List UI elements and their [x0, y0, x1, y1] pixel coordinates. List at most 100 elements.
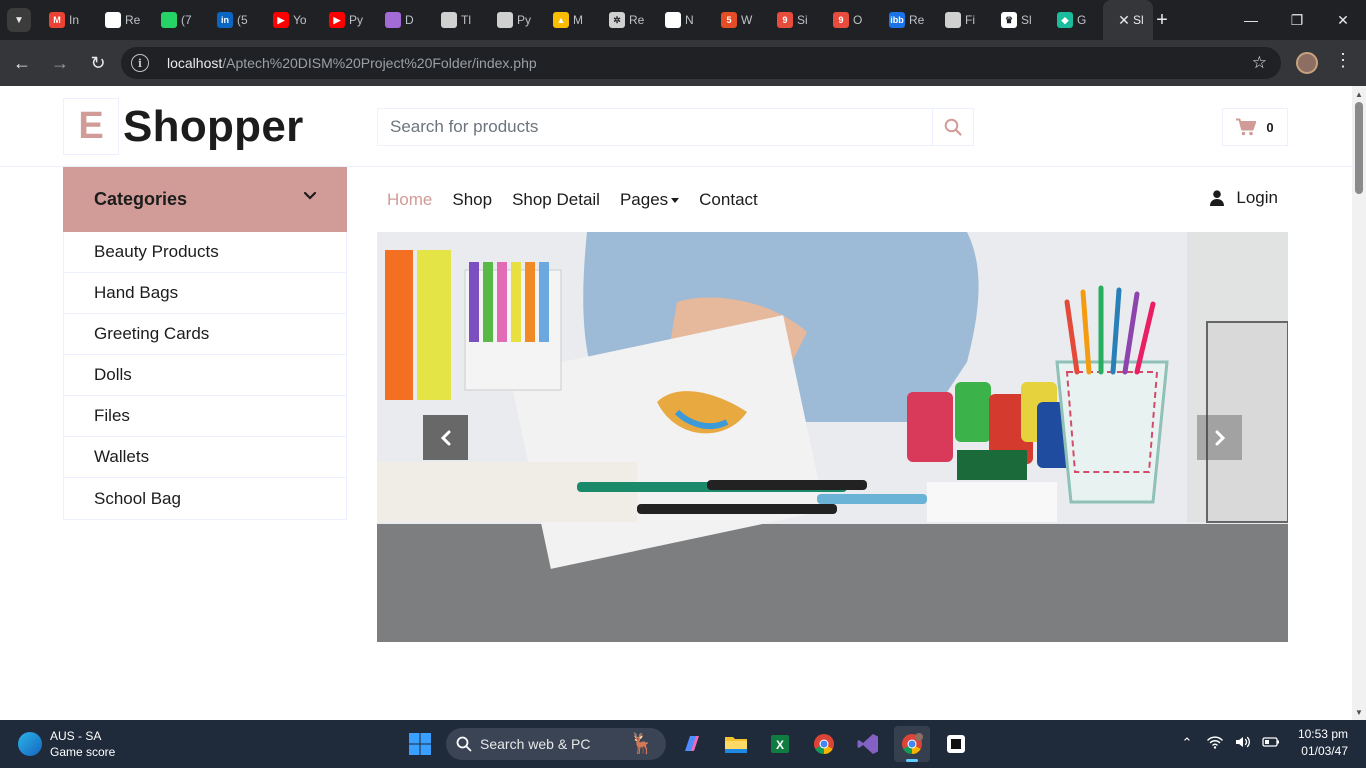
minimize-button[interactable]: —: [1228, 0, 1274, 40]
system-clock[interactable]: 10:53 pm 01/03/47: [1298, 726, 1348, 760]
nav-link-label: Contact: [699, 189, 758, 209]
browser-tab[interactable]: Py: [487, 0, 543, 40]
new-tab-button[interactable]: +: [1150, 8, 1174, 32]
nav-link-pages[interactable]: Pages: [610, 190, 689, 210]
category-item[interactable]: Hand Bags: [64, 273, 346, 314]
tab-label: Sl: [1133, 13, 1144, 27]
search-input[interactable]: [378, 109, 932, 145]
browser-tab[interactable]: 9 Si: [767, 0, 823, 40]
browser-tab[interactable]: in (5: [207, 0, 263, 40]
taskbar-search[interactable]: Search web & PC 🦌: [446, 728, 666, 760]
bookmark-star-icon[interactable]: ☆: [1252, 53, 1267, 73]
copilot-icon[interactable]: [674, 726, 710, 762]
app-box-icon[interactable]: [938, 726, 974, 762]
whatsapp-icon: [161, 12, 177, 28]
tab-label: D: [405, 13, 414, 27]
site-info-icon[interactable]: i: [131, 54, 149, 72]
address-bar[interactable]: i localhost/Aptech%20DISM%20Project%20Fo…: [121, 47, 1281, 79]
visual-studio-icon[interactable]: [850, 726, 886, 762]
browser-tab[interactable]: ibb Re: [879, 0, 935, 40]
browser-tab[interactable]: ✲ Re: [599, 0, 655, 40]
nav-link-home[interactable]: Home: [377, 190, 442, 210]
category-item[interactable]: Wallets: [64, 437, 346, 478]
tab-label: Py: [349, 13, 364, 27]
taskbar-apps: Search web & PC 🦌 X: [402, 726, 974, 762]
scroll-up-icon[interactable]: ▲: [1355, 90, 1363, 99]
nav-link-label: Shop: [452, 189, 493, 209]
close-window-button[interactable]: ✕: [1320, 0, 1366, 40]
file-explorer-icon[interactable]: [718, 726, 754, 762]
browser-tab[interactable]: 5W: [711, 0, 767, 40]
logo-letter: E: [63, 98, 119, 155]
browser-tab[interactable]: ▶ Yo: [263, 0, 319, 40]
forward-button[interactable]: →: [44, 47, 76, 79]
browser-tab[interactable]: Re: [95, 0, 151, 40]
tab-label: Tl: [461, 13, 471, 27]
category-item[interactable]: Files: [64, 396, 346, 437]
weather-title: AUS - SA: [50, 729, 102, 743]
chevron-up-icon[interactable]: ⌃: [1178, 735, 1196, 751]
nav-link-shop-detail[interactable]: Shop Detail: [502, 190, 610, 210]
tab-label: Fi: [965, 13, 975, 27]
browser-tab[interactable]: D: [375, 0, 431, 40]
restore-button[interactable]: ❐: [1274, 0, 1320, 40]
chatgpt-icon: [945, 12, 961, 28]
search-button[interactable]: [932, 109, 973, 145]
system-tray: ⌃ 10:53 pm 01/03/47: [1178, 726, 1349, 760]
category-item[interactable]: Dolls: [64, 355, 346, 396]
browser-tab[interactable]: ◆ G: [1047, 0, 1103, 40]
close-tab-icon[interactable]: ✕: [1114, 10, 1134, 30]
excel-icon[interactable]: X: [762, 726, 798, 762]
browser-tab[interactable]: Tl: [431, 0, 487, 40]
volume-icon[interactable]: [1234, 735, 1252, 752]
tab-label: N: [685, 13, 694, 27]
back-button[interactable]: ←: [6, 47, 38, 79]
browser-tab[interactable]: ♛ Sl: [991, 0, 1047, 40]
category-item[interactable]: Greeting Cards: [64, 314, 346, 355]
login-link[interactable]: Login: [1210, 188, 1278, 208]
browser-tab[interactable]: ▲ M: [543, 0, 599, 40]
tab-label: Re: [909, 13, 925, 27]
battery-icon[interactable]: [1262, 736, 1280, 751]
carousel-prev-button[interactable]: [423, 415, 468, 460]
wifi-icon[interactable]: [1206, 735, 1224, 752]
weather-subtitle: Game score: [50, 745, 116, 759]
chrome-icon[interactable]: [806, 726, 842, 762]
shopping-cart-icon: [1236, 118, 1257, 136]
nav-link-contact[interactable]: Contact: [689, 190, 768, 210]
openai-icon: ✲: [609, 12, 625, 28]
browser-tab[interactable]: M In: [39, 0, 95, 40]
chrome-profile-icon[interactable]: [894, 726, 930, 762]
tab-list: M In Re (7 in (5 ▶ Yo ▶ Py D Tl Py ▲ M ✲ Re N 5 W 9 Si 9 Oibb Re…: [39, 0, 1153, 40]
window-controls: — ❐ ✕: [1228, 0, 1366, 40]
category-item[interactable]: Beauty Products: [64, 232, 346, 273]
reload-button[interactable]: ↻: [82, 47, 114, 79]
categories-title: Categories: [94, 189, 188, 209]
cart-button[interactable]: 0: [1222, 108, 1288, 146]
browser-tab[interactable]: Fi: [935, 0, 991, 40]
browser-menu-icon[interactable]: ⋮: [1334, 50, 1352, 71]
chevron-right-icon: [1215, 430, 1225, 445]
caret-down-icon: [671, 197, 680, 203]
user-icon: [1210, 190, 1225, 206]
category-item[interactable]: School Bag: [64, 478, 346, 519]
deer-icon: 🦌: [629, 733, 654, 755]
browser-tab[interactable]: 9O: [823, 0, 879, 40]
weather-widget[interactable]: AUS - SA Game score: [18, 728, 115, 760]
chevron-left-icon: [440, 430, 450, 445]
profile-avatar[interactable]: [1296, 52, 1318, 74]
browser-tab[interactable]: N: [655, 0, 711, 40]
nav-link-shop[interactable]: Shop: [442, 190, 502, 210]
browser-tab[interactable]: ▶ Py: [319, 0, 375, 40]
crown-icon: ♛: [1001, 12, 1017, 28]
site-logo[interactable]: E Shopper: [63, 98, 304, 155]
windows-start-icon[interactable]: [402, 726, 438, 762]
url-text[interactable]: localhost/Aptech%20DISM%20Project%20Fold…: [167, 55, 537, 71]
scroll-down-icon[interactable]: ▼: [1355, 708, 1363, 717]
browser-tab[interactable]: (7: [151, 0, 207, 40]
page-scrollbar[interactable]: ▲ ▼: [1352, 86, 1366, 720]
tab-search-button[interactable]: ▼: [7, 8, 31, 32]
categories-toggle[interactable]: Categories: [63, 167, 347, 232]
carousel-next-button[interactable]: [1197, 415, 1242, 460]
scroll-thumb[interactable]: [1355, 102, 1363, 194]
